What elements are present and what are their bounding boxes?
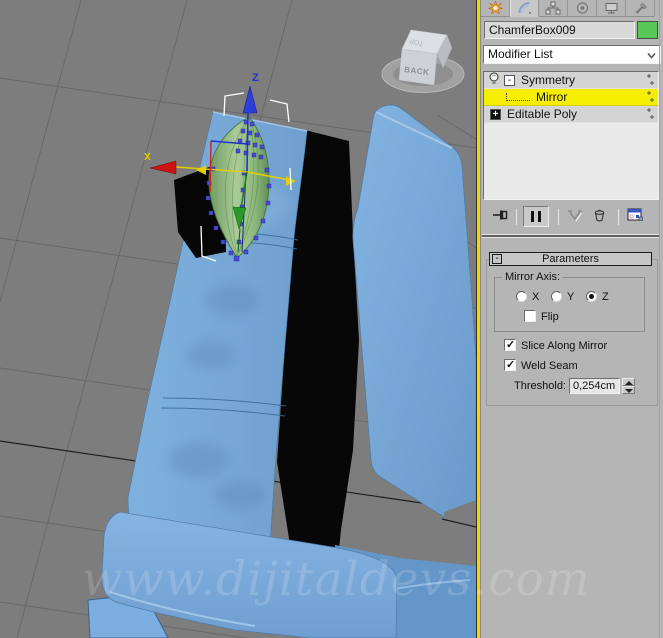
flip-label[interactable]: Flip xyxy=(541,311,559,323)
threshold-spinner xyxy=(622,378,635,394)
panel-divider xyxy=(482,234,660,238)
bulb-icon[interactable] xyxy=(488,72,500,89)
modifier-list-dropdown[interactable]: Modifier List xyxy=(483,45,661,64)
tab-motion[interactable] xyxy=(568,0,597,17)
gizmo-z-axis[interactable] xyxy=(246,112,249,173)
spinner-down-button[interactable] xyxy=(622,386,635,394)
stack-toolbar xyxy=(481,205,663,228)
configure-modifier-sets-icon[interactable] xyxy=(627,208,644,225)
expand-toggle[interactable]: + xyxy=(490,108,501,120)
tab-modify[interactable] xyxy=(510,0,539,17)
z-axis-label: Z xyxy=(252,72,259,84)
stack-item-label: Mirror xyxy=(536,90,568,104)
radio-y-label[interactable]: Y xyxy=(567,291,574,303)
display-icon xyxy=(605,3,617,14)
stack-handle-icon xyxy=(645,90,655,107)
object-name-field[interactable]: ChamferBox009 xyxy=(484,21,635,39)
stack-item-mirror[interactable]: Mirror xyxy=(484,89,658,106)
stack-handle-icon xyxy=(645,73,655,90)
threshold-input[interactable]: 0,254cm xyxy=(569,378,620,394)
weld-seam-checkbox[interactable]: ✓ xyxy=(504,359,516,371)
radio-z[interactable] xyxy=(586,291,597,302)
x-axis-label: X xyxy=(144,152,151,163)
threshold-label: Threshold: xyxy=(514,380,566,392)
check-icon: ✓ xyxy=(506,359,516,371)
chevron-down-icon xyxy=(646,49,657,66)
radio-z-label[interactable]: Z xyxy=(602,291,609,303)
radio-y[interactable] xyxy=(551,291,562,302)
rollout-header-parameters[interactable]: - Parameters xyxy=(489,252,652,266)
command-panel: ChamferBox009 Modifier List - Symmetry M… xyxy=(480,0,663,638)
tab-hierarchy[interactable] xyxy=(539,0,568,17)
radio-x[interactable] xyxy=(516,291,527,302)
max-window: Z X BACK TOP ChamferBox009 Modifier List… xyxy=(0,0,663,638)
slice-along-mirror-label[interactable]: Slice Along Mirror xyxy=(521,340,607,352)
hierarchy-icon xyxy=(545,1,561,15)
threshold-value: 0,254cm xyxy=(573,380,616,392)
couch-side-panel[interactable] xyxy=(352,104,476,525)
modifier-list-label: Modifier List xyxy=(488,47,553,61)
collapse-toggle[interactable]: - xyxy=(504,74,515,86)
stack-handle-icon xyxy=(645,107,655,124)
flip-checkbox[interactable] xyxy=(524,310,536,322)
modifier-stack: - Symmetry Mirror + Editable Poly xyxy=(483,71,659,200)
viewport[interactable]: Z X BACK TOP xyxy=(0,0,476,638)
weld-seam-label[interactable]: Weld Seam xyxy=(521,360,578,372)
group-label: Mirror Axis: xyxy=(502,271,563,283)
spinner-up-button[interactable] xyxy=(622,378,635,386)
remove-modifier-icon[interactable] xyxy=(592,208,607,225)
make-unique-icon[interactable] xyxy=(567,209,583,225)
rollout-title: Parameters xyxy=(542,253,599,265)
pin-stack-icon[interactable] xyxy=(491,208,509,225)
stack-item-label: Editable Poly xyxy=(507,107,578,121)
tab-utilities[interactable] xyxy=(626,0,655,17)
object-color-swatch[interactable] xyxy=(637,21,658,39)
create-icon xyxy=(487,1,503,15)
show-end-result-button[interactable] xyxy=(523,206,549,227)
tab-create[interactable] xyxy=(481,0,510,17)
check-icon: ✓ xyxy=(506,339,516,351)
stack-item-editable-poly[interactable]: + Editable Poly xyxy=(484,106,658,123)
stack-item-symmetry[interactable]: - Symmetry xyxy=(484,72,658,89)
radio-x-label[interactable]: X xyxy=(532,291,539,303)
collapse-icon[interactable]: - xyxy=(492,254,502,264)
object-name-text: ChamferBox009 xyxy=(489,23,576,37)
modify-icon xyxy=(518,1,531,14)
utilities-icon xyxy=(635,2,647,14)
motion-icon xyxy=(576,2,588,14)
stack-connector xyxy=(506,93,530,101)
mirror-axis-group: Mirror Axis: X Y Z Flip xyxy=(494,271,645,332)
slice-along-mirror-checkbox[interactable]: ✓ xyxy=(504,339,516,351)
stack-item-label: Symmetry xyxy=(521,73,575,87)
tab-display[interactable] xyxy=(597,0,626,17)
panel-right-edge xyxy=(659,0,660,638)
command-panel-tabs xyxy=(481,0,663,17)
